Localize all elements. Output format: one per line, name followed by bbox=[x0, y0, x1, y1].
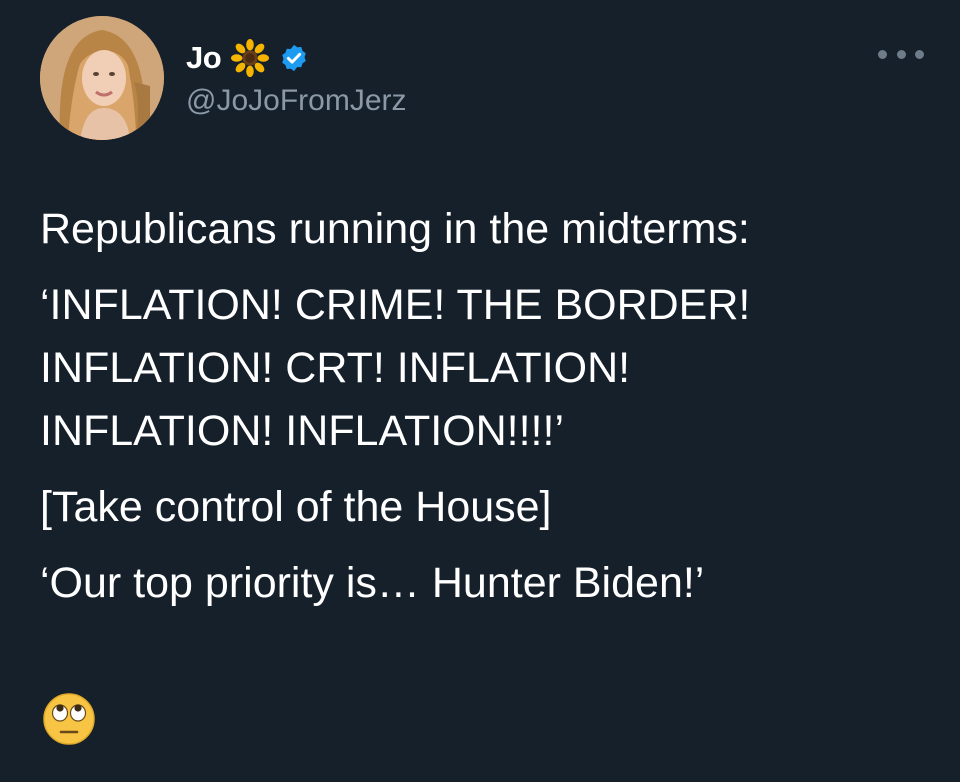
sunflower-icon bbox=[231, 39, 270, 77]
author-name-row: Jo bbox=[186, 38, 309, 78]
avatar-image bbox=[40, 16, 164, 140]
tweet-line: ‘INFLATION! CRIME! THE BORDER! bbox=[40, 281, 751, 329]
face-with-rolling-eyes-icon bbox=[43, 693, 95, 745]
tweet-text: Republicans running in the midterms: ‘IN… bbox=[40, 198, 930, 615]
tweet-line: ‘Our top priority is… Hunter Biden!’ bbox=[40, 559, 705, 607]
more-dot-icon bbox=[915, 49, 924, 59]
tweet-line: INFLATION! INFLATION!!!!’ bbox=[40, 407, 564, 455]
more-options-button[interactable] bbox=[878, 44, 924, 64]
display-name[interactable]: Jo bbox=[186, 40, 222, 76]
verified-badge-icon bbox=[282, 44, 306, 72]
more-dot-icon bbox=[878, 49, 887, 59]
more-dot-icon bbox=[896, 49, 906, 59]
tweet-line: INFLATION! CRT! INFLATION! bbox=[40, 344, 631, 392]
tweet-line: Republicans running in the midterms: bbox=[40, 205, 750, 253]
avatar[interactable] bbox=[40, 16, 164, 140]
author-handle[interactable]: @JoJoFromJerz bbox=[186, 84, 407, 118]
tweet-line: [Take control of the House] bbox=[40, 483, 552, 531]
tweet-card: Jo @JoJoFromJerz Republicans running in … bbox=[0, 0, 960, 782]
